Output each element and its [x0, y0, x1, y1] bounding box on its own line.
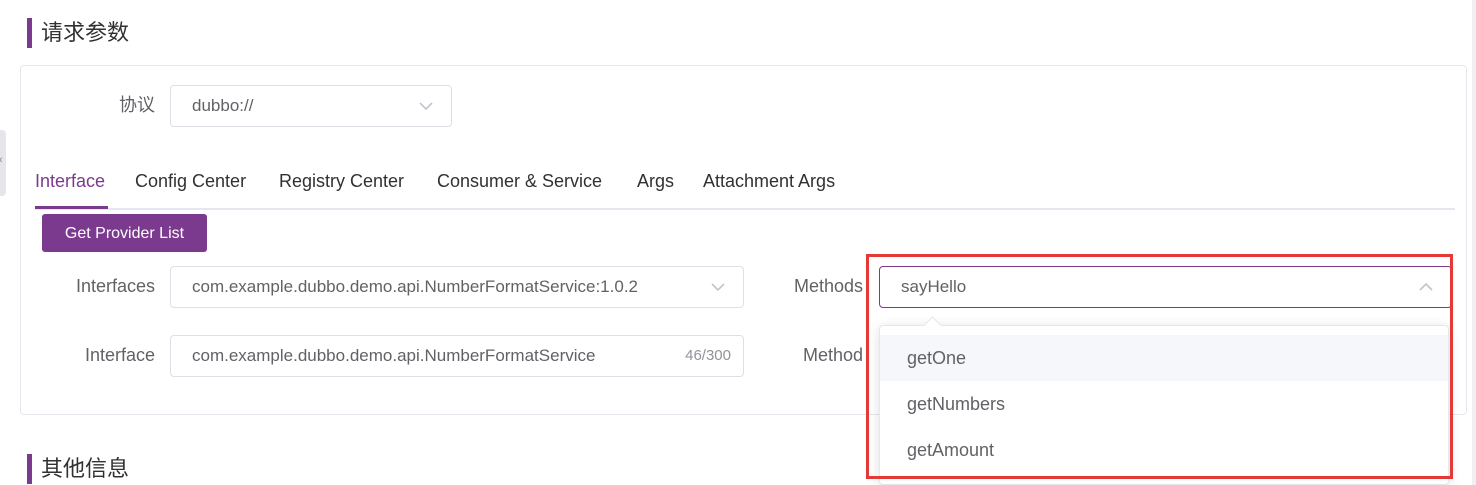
character-counter: 46/300: [685, 347, 731, 364]
methods-label: Methods: [793, 276, 863, 296]
interface-label: Interface: [84, 345, 155, 365]
section-title-other-info: 其他信息: [27, 454, 129, 484]
tab-config-center[interactable]: Config Center: [135, 160, 246, 202]
tab-interface[interactable]: Interface: [35, 160, 105, 202]
protocol-select-value: dubbo://: [192, 96, 254, 115]
method-label: Method: [802, 345, 863, 365]
tab-consumer-service[interactable]: Consumer & Service: [437, 160, 602, 202]
request-tabs: Interface Config Center Registry Center …: [35, 160, 1455, 210]
interfaces-select-value: com.example.dubbo.demo.api.NumberFormatS…: [192, 277, 638, 296]
method-option-getamount[interactable]: getAmount: [880, 427, 1448, 473]
scrollbar-track[interactable]: [1472, 0, 1476, 485]
interfaces-select[interactable]: com.example.dubbo.demo.api.NumberFormatS…: [170, 266, 744, 308]
methods-select[interactable]: sayHello: [879, 266, 1452, 308]
interface-input[interactable]: com.example.dubbo.demo.api.NumberFormatS…: [170, 335, 744, 377]
tab-registry-center[interactable]: Registry Center: [279, 160, 404, 202]
methods-select-value: sayHello: [901, 277, 967, 296]
protocol-label: 协议: [119, 95, 155, 115]
section-title-request-params: 请求参数: [27, 18, 129, 48]
active-tab-indicator: [35, 206, 108, 209]
chevron-down-icon: [711, 283, 725, 292]
chevron-down-icon: [419, 102, 433, 111]
tab-attachment-args[interactable]: Attachment Args: [703, 160, 835, 202]
tab-args[interactable]: Args: [637, 160, 674, 202]
sidebar-collapse-handle[interactable]: ‹: [0, 130, 6, 196]
get-provider-list-button[interactable]: Get Provider List: [42, 214, 207, 252]
method-option-getone[interactable]: getOne: [880, 335, 1448, 381]
interface-input-value: com.example.dubbo.demo.api.NumberFormatS…: [192, 346, 596, 365]
chevron-up-icon: [1419, 282, 1433, 291]
method-option-getnumbers[interactable]: getNumbers: [880, 381, 1448, 427]
methods-dropdown: getOne getNumbers getAmount: [879, 316, 1449, 485]
interfaces-label: Interfaces: [75, 276, 155, 296]
chevron-left-icon: ‹: [0, 154, 3, 166]
protocol-select[interactable]: dubbo://: [170, 85, 452, 127]
